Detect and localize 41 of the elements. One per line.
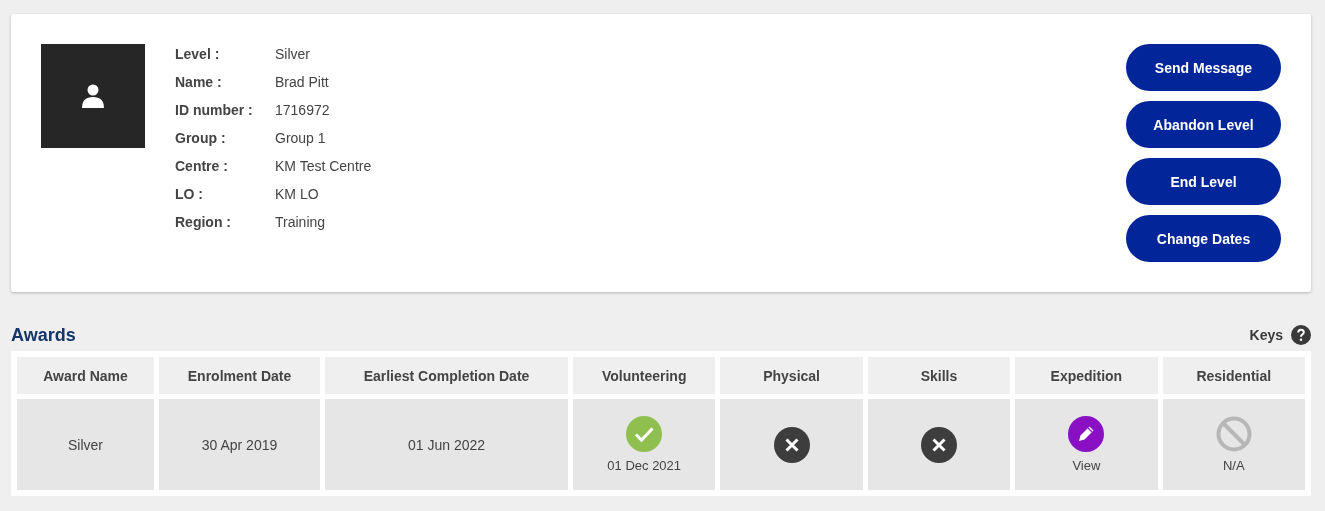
field-label: Level : [175,46,221,64]
field-value: KM Test Centre [275,158,372,176]
action-button[interactable]: End Level [1126,158,1281,205]
column-header: Residential [1162,357,1305,394]
column-header: Enrolment Date [159,357,320,394]
status-text: N/A [1222,458,1245,473]
field-value: Training [275,214,327,232]
column-header: Skills [867,357,1011,394]
check-icon [626,416,663,452]
field-label: Region : [175,214,232,232]
field-value: Group 1 [275,130,327,148]
field-label: ID number : [175,102,254,120]
column-header: Physical [720,357,863,394]
column-header: Award Name [17,357,154,394]
field-value: Brad Pitt [275,74,330,92]
help-icon[interactable] [1291,325,1311,345]
table-cell: 01 Jun 2022 [325,399,568,490]
field-value: 1716972 [275,102,331,120]
column-header: Expedition [1015,357,1158,394]
section-title: Awards [11,324,76,346]
person-icon [82,84,104,108]
field-label: Group : [175,130,227,148]
table-cell: Silver [17,399,154,490]
prohibited-icon [1215,416,1252,452]
action-button[interactable]: Send Message [1126,44,1281,91]
cross-icon [920,426,957,463]
field-value: Silver [275,46,311,64]
field-label: Name : [175,74,223,92]
view-link[interactable]: View [1072,458,1101,473]
status-text: 01 Dec 2021 [607,458,682,473]
field-label: LO : [175,186,204,204]
column-header: Volunteering [573,357,716,394]
pencil-icon[interactable] [1068,416,1105,452]
table-cell: 30 Apr 2019 [159,399,320,490]
action-button[interactable]: Change Dates [1126,215,1281,262]
field-label: Centre : [175,158,229,176]
column-header: Earliest Completion Date [325,357,568,394]
keys-label: Keys [1249,327,1283,343]
field-value: KM LO [275,186,320,204]
cross-icon [773,426,810,463]
action-button[interactable]: Abandon Level [1126,101,1281,148]
